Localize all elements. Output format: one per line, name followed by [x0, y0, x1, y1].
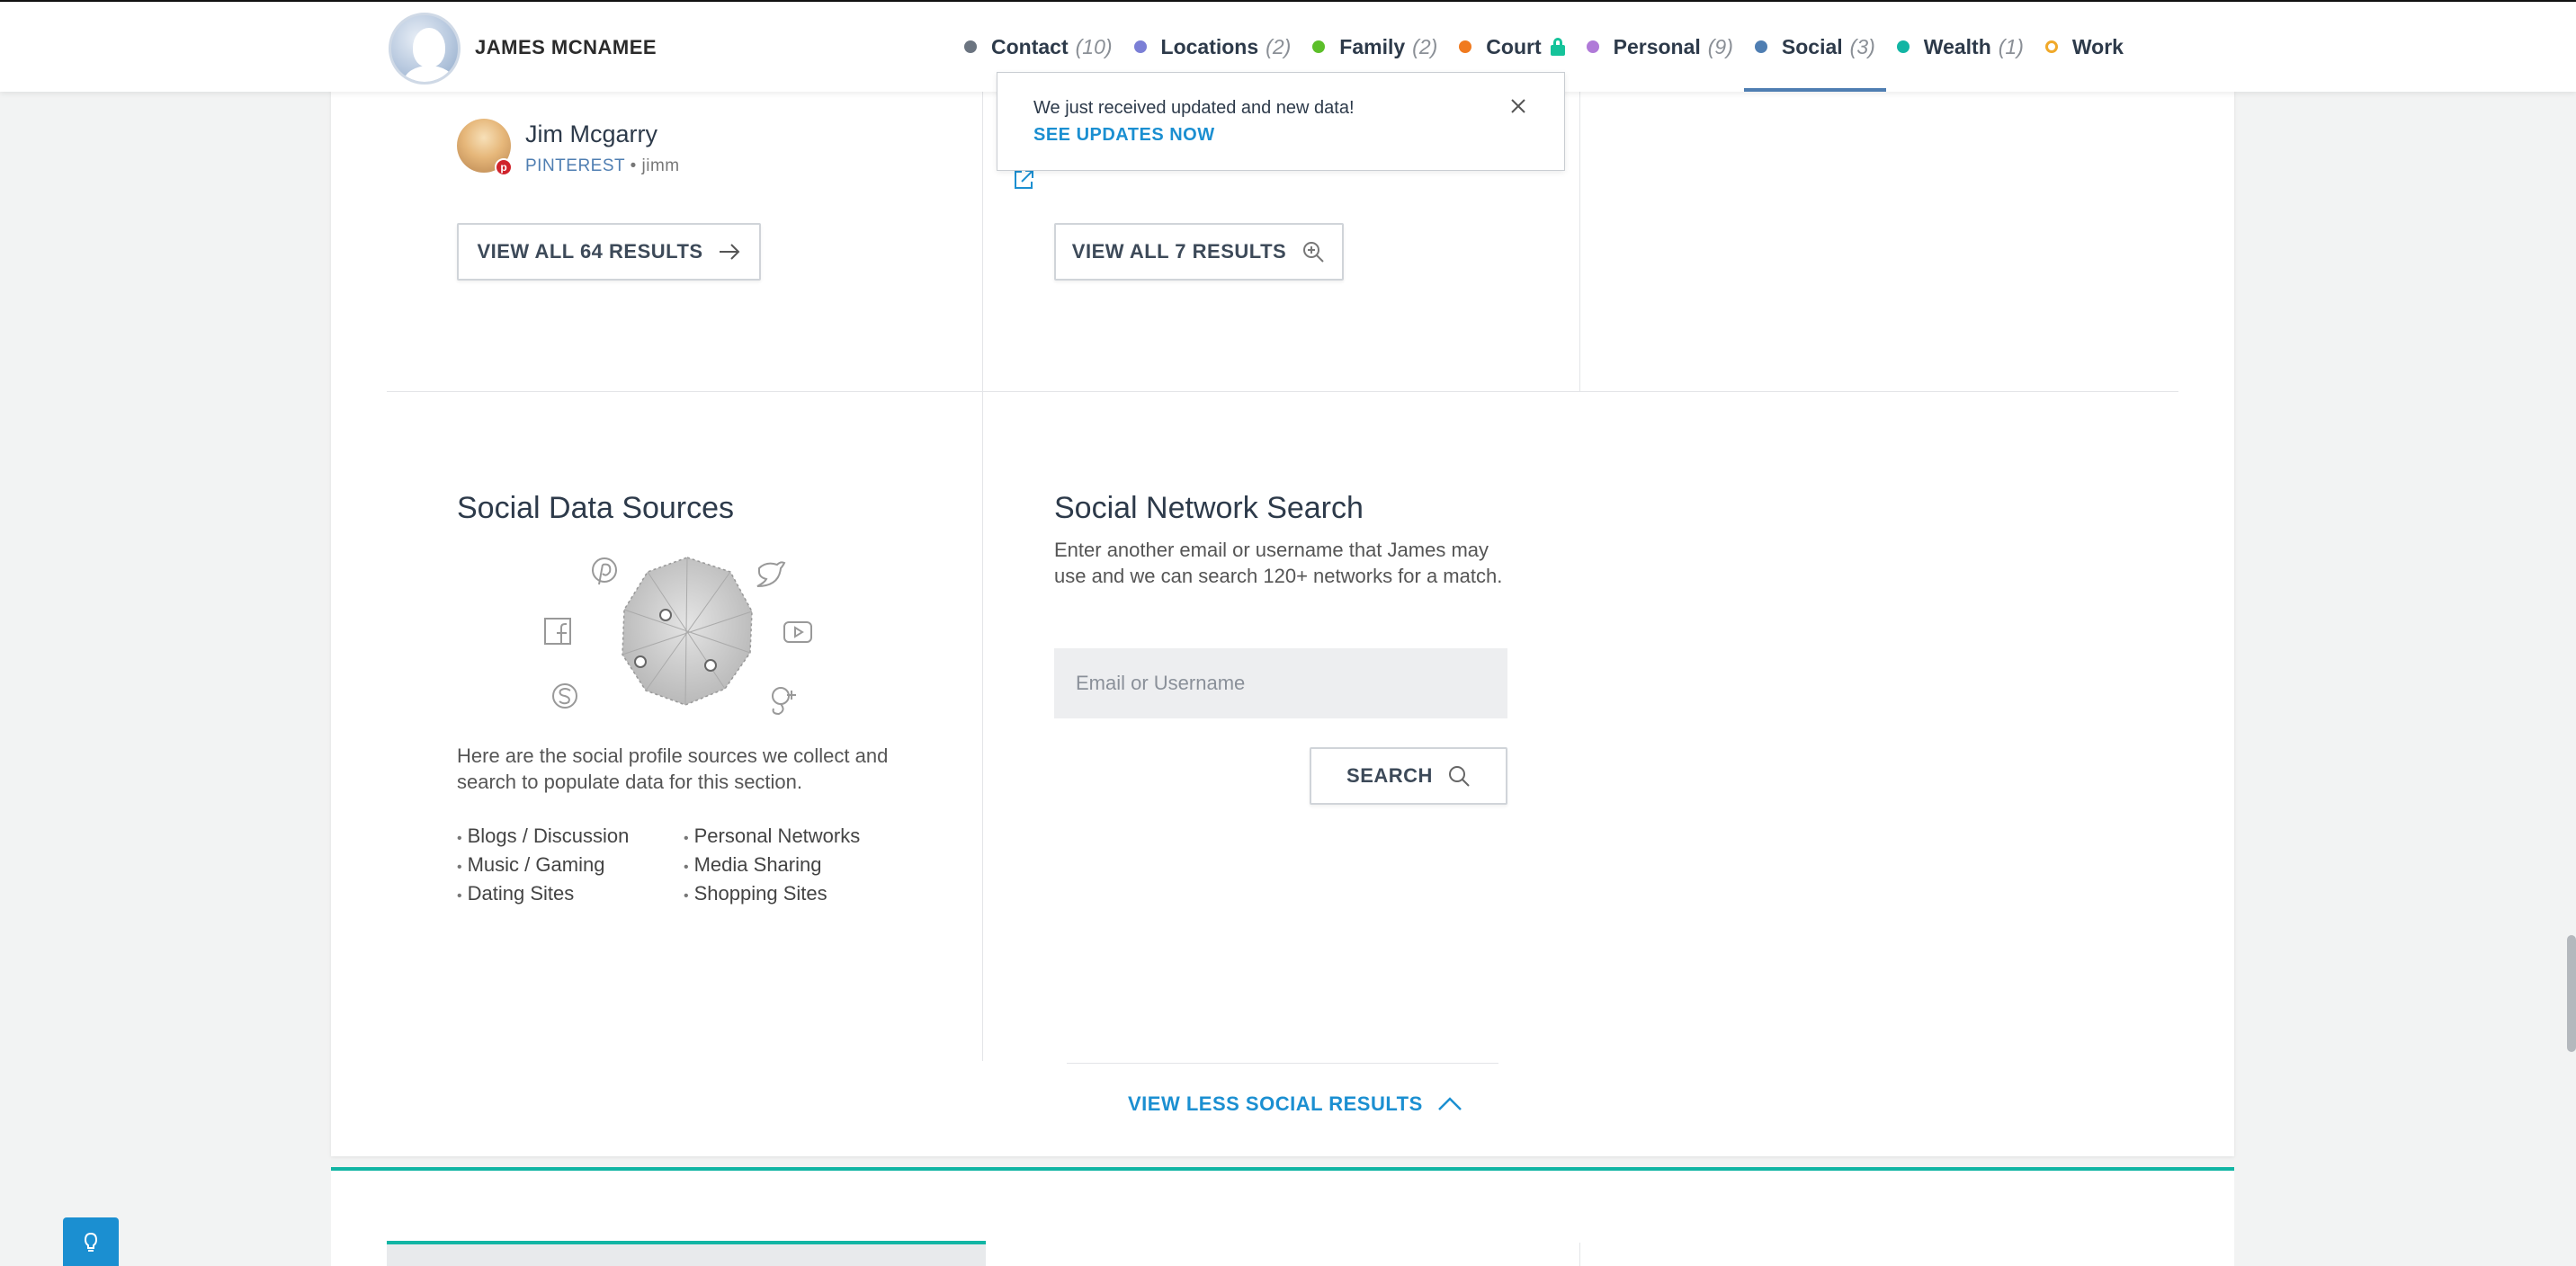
column-divider	[1579, 1243, 1580, 1266]
result-separator: •	[630, 156, 637, 175]
social-dot-icon	[1754, 40, 1767, 53]
tab-work[interactable]: Work	[2035, 2, 2134, 92]
zoom-in-icon	[1303, 242, 1324, 263]
view-less-social-results-link[interactable]: VIEW LESS SOCIAL RESULTS	[1128, 1092, 1462, 1116]
help-tips-button[interactable]	[63, 1217, 119, 1266]
work-ring-icon	[2044, 40, 2058, 53]
search-button[interactable]: SEARCH	[1310, 747, 1507, 805]
tab-label: Locations	[1160, 34, 1259, 58]
list-item: Media Sharing	[684, 851, 860, 880]
result-username: jimm	[641, 156, 680, 175]
view-less-label: VIEW LESS SOCIAL RESULTS	[1128, 1092, 1423, 1115]
view-all-64-results-button[interactable]: VIEW ALL 64 RESULTS	[457, 223, 761, 281]
facebook-icon	[544, 618, 571, 645]
tab-social[interactable]: Social (3)	[1743, 2, 1886, 92]
network-search-title: Social Network Search	[1054, 491, 1364, 525]
locations-dot-icon	[1133, 40, 1147, 53]
list-item: Music / Gaming	[457, 851, 629, 880]
pinterest-icon: p	[495, 158, 513, 176]
result-source-line: PINTEREST • jimm	[525, 156, 680, 176]
list-item: Personal Networks	[684, 823, 861, 851]
tab-count: (2)	[1266, 34, 1292, 58]
source-list-left: Blogs / Discussion Music / Gaming Dating…	[457, 823, 630, 909]
list-item: Blogs / Discussion	[457, 823, 630, 851]
tab-label: Court	[1486, 34, 1542, 58]
button-label: VIEW ALL 7 RESULTS	[1071, 240, 1287, 263]
column-divider	[1579, 90, 1580, 392]
tab-label: Wealth	[1923, 34, 1991, 58]
column-divider	[982, 90, 983, 1061]
next-section-card	[331, 1171, 2234, 1266]
contact-dot-icon	[964, 40, 977, 53]
result-source: PINTEREST	[525, 156, 625, 175]
twitter-icon	[756, 561, 786, 587]
tab-label: Work	[2071, 34, 2124, 58]
footer-divider	[1067, 1063, 1498, 1064]
page-scrollbar-thumb[interactable]	[2567, 935, 2576, 1052]
list-item: Shopping Sites	[684, 880, 860, 909]
section-divider	[387, 391, 2178, 392]
social-sources-graphic	[544, 557, 812, 716]
wealth-dot-icon	[1896, 40, 1910, 53]
tab-label: Contact	[991, 34, 1069, 58]
court-dot-icon	[1459, 40, 1472, 53]
tab-count: (9)	[1707, 34, 1733, 58]
profile-avatar	[389, 13, 461, 85]
notification-message: We just received updated and new data!	[1033, 98, 1355, 118]
network-search-description: Enter another email or username that Jam…	[1054, 539, 1503, 587]
data-sources-description: Here are the social profile sources we c…	[457, 744, 889, 793]
search-icon	[1448, 766, 1470, 787]
tab-wealth[interactable]: Wealth (1)	[1886, 2, 2035, 92]
tab-count: (10)	[1075, 34, 1113, 58]
next-section-tab	[387, 1244, 986, 1266]
lock-icon	[1550, 38, 1565, 56]
data-sources-title: Social Data Sources	[457, 491, 735, 525]
tab-count: (1)	[1998, 34, 2024, 58]
youtube-icon	[783, 621, 812, 643]
pinterest-outline-icon	[592, 557, 617, 585]
update-notification: We just received updated and new data! S…	[997, 72, 1565, 171]
family-dot-icon	[1312, 40, 1326, 53]
tab-personal[interactable]: Personal (9)	[1576, 2, 1744, 92]
tab-label: Social	[1781, 34, 1843, 58]
tab-label: Personal	[1613, 34, 1701, 58]
list-item: Dating Sites	[457, 880, 629, 909]
chevron-up-icon	[1437, 1097, 1462, 1110]
tab-count: (3)	[1849, 34, 1875, 58]
close-icon[interactable]	[1508, 96, 1528, 116]
result-name: Jim Mcgarry	[525, 120, 657, 147]
email-or-username-input[interactable]	[1054, 648, 1507, 718]
button-label: SEARCH	[1346, 764, 1433, 787]
lightbulb-icon	[84, 1232, 98, 1252]
personal-dot-icon	[1586, 40, 1599, 53]
source-list-right: Personal Networks Media Sharing Shopping…	[684, 823, 861, 909]
button-label: VIEW ALL 64 RESULTS	[477, 240, 703, 263]
tab-count: (2)	[1412, 34, 1438, 58]
social-results-card: p Jim Mcgarry PINTEREST • jimm VIEW ALL …	[331, 90, 2234, 1156]
see-updates-link[interactable]: SEE UPDATES NOW	[1033, 125, 1215, 146]
arrow-right-icon	[719, 244, 739, 260]
person-name: JAMES MCNAMEE	[475, 36, 657, 58]
tab-label: Family	[1339, 34, 1406, 58]
view-all-7-results-button[interactable]: VIEW ALL 7 RESULTS	[1054, 223, 1344, 281]
external-link-icon[interactable]	[1011, 167, 1036, 192]
skype-icon	[552, 683, 577, 709]
google-plus-icon	[772, 687, 796, 716]
